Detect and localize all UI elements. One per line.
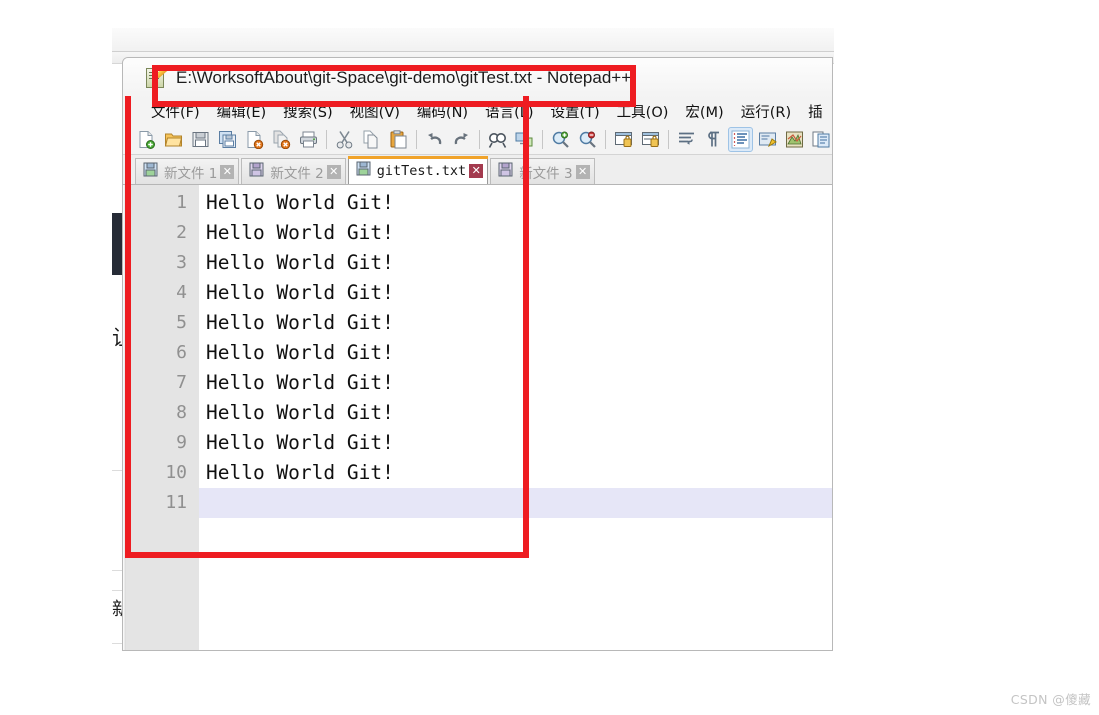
redo-icon[interactable] [449, 127, 474, 152]
line-number: 3 [176, 252, 187, 273]
code-line[interactable]: Hello World Git! [199, 458, 832, 488]
notepad-plus-plus-window: E:\WorksoftAbout\git-Space\git-demo\gitT… [122, 57, 833, 651]
close-all-icon[interactable] [269, 127, 294, 152]
background-toolbar-band [112, 28, 834, 52]
toolbar-separator [542, 129, 543, 149]
toolbar-separator [416, 129, 417, 149]
line-number: 2 [176, 222, 187, 243]
indent-guide-icon[interactable] [728, 126, 753, 152]
menu-file[interactable]: 文件(F) [143, 99, 209, 124]
menu-language[interactable]: 语言(L) [477, 99, 542, 124]
menu-edit[interactable]: 编辑(E) [209, 99, 275, 124]
menu-tools[interactable]: 工具(O) [609, 99, 678, 124]
code-line[interactable]: Hello World Git! [199, 278, 832, 308]
save-purple-icon [498, 162, 519, 182]
save-blue-icon [356, 161, 377, 181]
code-line[interactable]: Hello World Git! [199, 428, 832, 458]
screenshot-root: 让 新加 E:\WorksoftAbout\git-Space\git-demo… [0, 0, 1099, 715]
save-all-icon[interactable] [215, 127, 240, 152]
window-title-text: E:\WorksoftAbout\git-Space\git-demo\gitT… [176, 68, 632, 87]
editor-area[interactable]: 1 2 3 4 5 6 7 8 9 10 11 Hello World Git! Hello Worl… [123, 185, 832, 640]
document-list-icon[interactable] [809, 127, 832, 152]
tab-inactive-0[interactable]: 新文件 1 ✕ [135, 158, 240, 184]
code-line[interactable]: Hello World Git! [199, 248, 832, 278]
zoom-out-icon[interactable] [575, 127, 600, 152]
line-number: 4 [176, 282, 187, 303]
notepad-plus-plus-icon [145, 66, 168, 89]
tab-bar: 新文件 1 ✕ 新文件 2 ✕ gitTest.txt ✕ 新文件 3 ✕ [123, 155, 832, 185]
toolbar-separator [326, 129, 327, 149]
line-number: 10 [165, 462, 187, 483]
replace-icon[interactable] [512, 127, 537, 152]
zoom-in-icon[interactable] [548, 127, 573, 152]
toolbar [123, 124, 832, 155]
save-blue-icon [143, 162, 164, 182]
tab-close-icon[interactable]: ✕ [469, 163, 484, 178]
line-number-gutter-lower [126, 640, 199, 650]
editor-text-content[interactable]: Hello World Git! Hello World Git! Hello Wo… [199, 185, 832, 640]
menu-encoding[interactable]: 编码(N) [409, 99, 477, 124]
code-line[interactable]: Hello World Git! [199, 188, 832, 218]
toolbar-separator [479, 129, 480, 149]
code-line[interactable]: Hello World Git! [199, 218, 832, 248]
tab-inactive-1[interactable]: 新文件 2 ✕ [241, 158, 346, 184]
cut-icon[interactable] [332, 127, 357, 152]
line-number: 7 [176, 372, 187, 393]
line-number: 6 [176, 342, 187, 363]
line-number: 8 [176, 402, 187, 423]
code-line[interactable]: Hello World Git! [199, 368, 832, 398]
line-number: 1 [176, 192, 187, 213]
line-number: 9 [176, 432, 187, 453]
toolbar-separator [605, 129, 606, 149]
menu-view[interactable]: 视图(V) [342, 99, 409, 124]
code-line[interactable]: Hello World Git! [199, 308, 832, 338]
editor-empty-space[interactable] [123, 640, 832, 650]
menu-search[interactable]: 搜索(S) [275, 99, 342, 124]
tab-close-icon[interactable]: ✕ [326, 164, 341, 179]
paste-icon[interactable] [386, 127, 411, 152]
toolbar-separator [668, 129, 669, 149]
csdn-watermark: CSDN @傻藏 [1010, 692, 1091, 707]
menu-run[interactable]: 运行(R) [733, 99, 800, 124]
window-title-bar[interactable]: E:\WorksoftAbout\git-Space\git-demo\gitT… [123, 58, 832, 98]
open-file-icon[interactable] [161, 127, 186, 152]
show-all-characters-icon[interactable] [701, 127, 726, 152]
tab-close-icon[interactable]: ✕ [575, 164, 590, 179]
menu-settings[interactable]: 设置(T) [542, 99, 608, 124]
tab-close-icon[interactable]: ✕ [220, 164, 235, 179]
print-icon[interactable] [296, 127, 321, 152]
tab-label: gitTest.txt [376, 162, 467, 179]
document-map-icon[interactable] [782, 127, 807, 152]
save-icon[interactable] [188, 127, 213, 152]
new-file-icon[interactable] [134, 127, 159, 152]
user-defined-language-icon[interactable] [755, 127, 780, 152]
code-line[interactable] [199, 488, 832, 518]
tab-label: 新文件 1 [164, 165, 218, 182]
sync-vertical-scroll-icon[interactable] [611, 127, 636, 152]
tab-inactive-3[interactable]: 新文件 3 ✕ [490, 158, 595, 184]
menu-macro[interactable]: 宏(M) [677, 99, 732, 124]
code-line[interactable]: Hello World Git! [199, 338, 832, 368]
word-wrap-icon[interactable] [674, 127, 699, 152]
sync-horizontal-scroll-icon[interactable] [638, 127, 663, 152]
line-number: 5 [176, 312, 187, 333]
menu-plugins-clipped[interactable]: 插 [800, 99, 832, 124]
tab-label: 新文件 3 [519, 165, 573, 182]
code-line[interactable]: Hello World Git! [199, 398, 832, 428]
tab-label: 新文件 2 [270, 165, 324, 182]
menu-bar: 文件(F) 编辑(E) 搜索(S) 视图(V) 编码(N) 语言(L) 设置(T) 工具(O)… [123, 98, 832, 124]
line-number: 11 [165, 492, 187, 513]
tab-active-2[interactable]: gitTest.txt ✕ [347, 156, 489, 184]
line-number-gutter: 1 2 3 4 5 6 7 8 9 10 11 [126, 185, 199, 640]
undo-icon[interactable] [422, 127, 447, 152]
close-file-icon[interactable] [242, 127, 267, 152]
find-icon[interactable] [485, 127, 510, 152]
save-purple-icon [249, 162, 270, 182]
copy-icon[interactable] [359, 127, 384, 152]
